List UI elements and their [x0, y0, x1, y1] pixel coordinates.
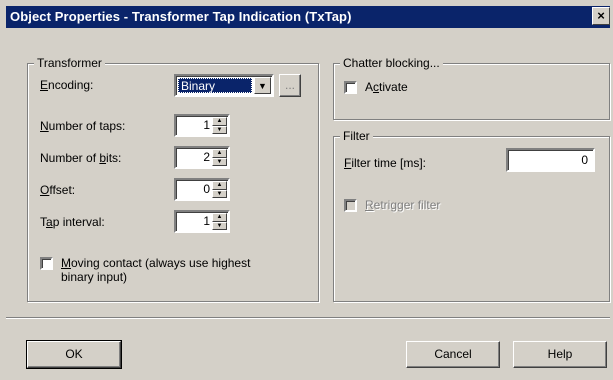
- offset-value: 0: [203, 182, 210, 196]
- taps-down-button[interactable]: ▼: [212, 125, 227, 134]
- filter-time-value: 0: [581, 153, 588, 167]
- tap-interval-down-button[interactable]: ▼: [212, 221, 227, 230]
- help-button[interactable]: Help: [513, 341, 607, 368]
- close-icon: ×: [597, 8, 605, 23]
- filter-time-field[interactable]: 0: [506, 148, 595, 172]
- offset-up-button[interactable]: ▲: [212, 181, 227, 190]
- activate-label: Activate: [365, 80, 408, 94]
- moving-contact-checkbox[interactable]: [40, 257, 53, 270]
- separator: [6, 317, 610, 319]
- title-bar[interactable]: Object Properties - Transformer Tap Indi…: [6, 6, 610, 28]
- transformer-legend: Transformer: [34, 56, 105, 70]
- tap-interval-stepper[interactable]: 1 ▲ ▼: [174, 210, 230, 233]
- bits-stepper[interactable]: 2 ▲ ▼: [174, 146, 230, 169]
- filter-legend: Filter: [340, 129, 373, 143]
- bits-up-button[interactable]: ▲: [212, 149, 227, 158]
- taps-up-button[interactable]: ▲: [212, 117, 227, 126]
- object-properties-dialog: Object Properties - Transformer Tap Indi…: [0, 0, 613, 380]
- encoding-browse-button[interactable]: ...: [279, 74, 301, 97]
- retrigger-filter-checkbox[interactable]: [344, 199, 357, 212]
- close-button[interactable]: ×: [592, 7, 610, 25]
- moving-contact-label: Moving contact (always use highest binary…: [61, 256, 251, 284]
- offset-label: Offset:: [40, 183, 76, 197]
- cancel-button[interactable]: Cancel: [406, 341, 500, 368]
- tap-interval-value: 1: [203, 214, 210, 228]
- bits-label: Number of bits:: [40, 151, 122, 165]
- tap-interval-label: Tap interval:: [40, 215, 105, 229]
- tap-interval-up-button[interactable]: ▲: [212, 213, 227, 222]
- activate-checkbox[interactable]: [344, 81, 357, 94]
- retrigger-filter-label: Retrigger filter: [365, 198, 441, 212]
- chevron-down-icon[interactable]: ▼: [254, 77, 271, 94]
- chatter-blocking-legend: Chatter blocking...: [340, 56, 443, 70]
- offset-down-button[interactable]: ▼: [212, 189, 227, 198]
- bits-down-button[interactable]: ▼: [212, 157, 227, 166]
- encoding-select[interactable]: Binary ▼: [174, 74, 274, 97]
- window-title: Object Properties - Transformer Tap Indi…: [10, 9, 352, 24]
- taps-value: 1: [203, 118, 210, 132]
- bits-value: 2: [203, 150, 210, 164]
- taps-label: Number of taps:: [40, 119, 126, 133]
- ok-button[interactable]: OK: [26, 340, 122, 369]
- encoding-label: Encoding:: [40, 78, 94, 92]
- taps-stepper[interactable]: 1 ▲ ▼: [174, 114, 230, 137]
- encoding-selected-value: Binary: [178, 78, 252, 93]
- filter-time-label: Filter time [ms]:: [344, 156, 427, 170]
- offset-stepper[interactable]: 0 ▲ ▼: [174, 178, 230, 201]
